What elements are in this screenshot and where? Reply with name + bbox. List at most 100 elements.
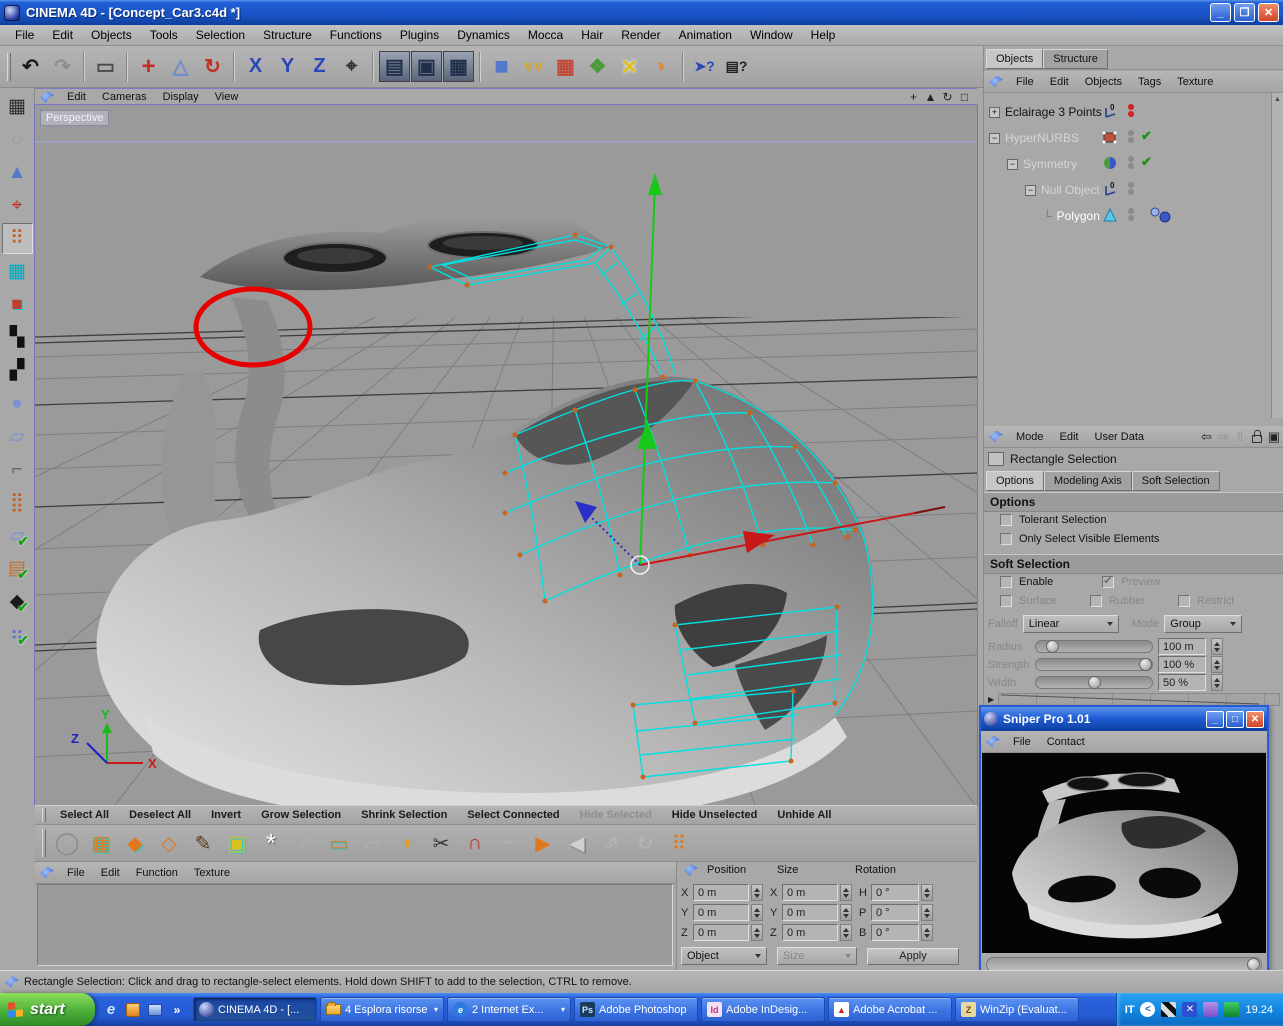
spinner[interactable]: [921, 884, 933, 901]
viewport-menu-view[interactable]: View: [207, 91, 247, 103]
tray-message-icon[interactable]: ✕: [1182, 1002, 1197, 1017]
apply-button[interactable]: Apply: [867, 948, 959, 965]
create-polygon-icon[interactable]: *: [255, 828, 287, 858]
array-tool-icon[interactable]: ⇗: [595, 828, 627, 858]
sniper-minimize-button[interactable]: _: [1206, 711, 1224, 728]
tree-row-polygon[interactable]: └ Polygon: [1043, 205, 1269, 227]
tree-expander[interactable]: −: [1007, 159, 1018, 170]
extrude-icon[interactable]: ◆: [119, 828, 151, 858]
tab-objects[interactable]: Objects: [986, 49, 1043, 69]
mirror-icon[interactable]: ▶: [527, 828, 559, 858]
tree-expander[interactable]: −: [1025, 185, 1036, 196]
panel-pin-icon[interactable]: [989, 76, 1003, 88]
am-menu-edit[interactable]: Edit: [1052, 431, 1087, 443]
points-mode-icon[interactable]: ⠿: [2, 223, 33, 254]
add-spline-icon[interactable]: ∨∨: [518, 51, 549, 82]
select-all-button[interactable]: Select All: [51, 809, 118, 821]
add-primitive-icon[interactable]: ■: [486, 51, 517, 82]
tree-item-label[interactable]: HyperNURBS: [1005, 131, 1079, 145]
rotation-h-field[interactable]: 0 °: [871, 884, 919, 901]
lock-z-axis-icon[interactable]: Z: [304, 51, 335, 82]
restrict-checkbox[interactable]: [1178, 595, 1190, 607]
enable-dots[interactable]: [1128, 181, 1134, 196]
layout-icon[interactable]: ▦: [2, 91, 33, 122]
minimize-button[interactable]: _: [1210, 3, 1231, 22]
toggle-particles-icon[interactable]: ⠶✔: [2, 619, 33, 650]
model-library-icon[interactable]: ◌: [2, 124, 33, 155]
taskbar-task-cinema4d[interactable]: CINEMA 4D - [...: [193, 997, 317, 1022]
position-x-field[interactable]: 0 m: [693, 884, 749, 901]
redo-icon[interactable]: ↷: [47, 51, 78, 82]
spinner[interactable]: [751, 904, 763, 921]
enable-dots[interactable]: [1128, 103, 1134, 118]
tree-item-label[interactable]: Polygon: [1057, 209, 1100, 223]
panel-pin-icon[interactable]: [684, 864, 698, 876]
workplane-icon[interactable]: ▱: [2, 421, 33, 452]
am-menu-mode[interactable]: Mode: [1008, 431, 1052, 443]
enable-dots[interactable]: [1128, 155, 1134, 170]
add-symmetry-icon[interactable]: ×: [614, 51, 645, 82]
rotation-b-field[interactable]: 0 °: [871, 924, 919, 941]
falloff-dropdown[interactable]: Linear: [1023, 615, 1119, 633]
menu-objects[interactable]: Objects: [82, 26, 141, 44]
strength-value[interactable]: 100 %: [1158, 656, 1206, 673]
quicklaunch-media-icon[interactable]: [123, 1000, 143, 1020]
radius-value[interactable]: 100 m: [1158, 638, 1206, 655]
materials-list-empty[interactable]: [37, 884, 673, 966]
mat-menu-function[interactable]: Function: [128, 867, 186, 879]
new-window-icon[interactable]: ▣: [1268, 429, 1280, 445]
tree-item-label[interactable]: Null Object: [1041, 183, 1100, 197]
strength-slider[interactable]: [1035, 658, 1153, 671]
toolbar-grip[interactable]: [42, 829, 46, 857]
iron-icon[interactable]: ◖: [391, 828, 423, 858]
zoom-view-icon[interactable]: ▲: [922, 90, 939, 105]
mirror-axis-icon[interactable]: ◀: [561, 828, 593, 858]
only-visible-row[interactable]: Only Select Visible Elements: [1000, 533, 1159, 545]
texture-mode-icon[interactable]: ▚: [2, 322, 33, 353]
enable-checkbox[interactable]: [1000, 576, 1012, 588]
add-array-icon[interactable]: ❖: [582, 51, 613, 82]
tray-display-icon[interactable]: [1161, 1002, 1176, 1017]
width-value[interactable]: 50 %: [1158, 674, 1206, 691]
size-z-field[interactable]: 0 m: [782, 924, 838, 941]
taskbar-task-internet[interactable]: e 2 Internet Ex... ▾: [447, 997, 571, 1022]
spinner[interactable]: [840, 904, 852, 921]
tab-soft-selection[interactable]: Soft Selection: [1132, 471, 1220, 491]
mode-dropdown[interactable]: Group: [1164, 615, 1242, 633]
spinner[interactable]: [840, 924, 852, 941]
snap-points-icon[interactable]: ⠿: [663, 828, 695, 858]
expand-curve-icon[interactable]: ▶: [988, 695, 994, 704]
history-forward-icon[interactable]: ⇨: [1218, 429, 1229, 445]
language-indicator[interactable]: IT: [1125, 1004, 1135, 1016]
pointer-help-icon[interactable]: ➤?: [689, 51, 720, 82]
sniper-close-button[interactable]: ✕: [1246, 711, 1264, 728]
lock-x-axis-icon[interactable]: X: [240, 51, 271, 82]
viewport-label[interactable]: Perspective: [40, 110, 109, 126]
mat-menu-file[interactable]: File: [59, 867, 93, 879]
bridge-icon[interactable]: ▣: [221, 828, 253, 858]
tolerant-selection-row[interactable]: Tolerant Selection: [1000, 514, 1106, 526]
spinner[interactable]: [751, 884, 763, 901]
preview-checkbox[interactable]: ✔: [1102, 576, 1114, 588]
scroll-up-icon[interactable]: ▲: [1272, 93, 1283, 105]
radius-slider[interactable]: [1035, 640, 1153, 653]
tree-item-label[interactable]: Symmetry: [1023, 157, 1077, 171]
deselect-all-button[interactable]: Deselect All: [120, 809, 200, 821]
lock-y-axis-icon[interactable]: Y: [272, 51, 303, 82]
tree-row-hypernurbs[interactable]: − HyperNURBS ✔: [989, 127, 1269, 149]
rubber-checkbox[interactable]: [1090, 595, 1102, 607]
width-spinner[interactable]: [1211, 674, 1223, 691]
rotate-tool-icon[interactable]: ↻: [197, 51, 228, 82]
panel-pin-icon[interactable]: [40, 91, 54, 103]
spin-edge-icon[interactable]: ↻: [629, 828, 661, 858]
toggle-shade-icon[interactable]: ◆✔: [2, 586, 33, 617]
tray-volume-icon[interactable]: [1203, 1002, 1218, 1017]
tab-options[interactable]: Options: [986, 471, 1044, 491]
render-settings-icon[interactable]: ▦: [443, 51, 474, 82]
phong-tag-icon[interactable]: [1148, 207, 1178, 226]
taskbar-task-esplora[interactable]: 4 Esplora risorse ▾: [320, 997, 444, 1022]
task-group-chevron-icon[interactable]: ▾: [434, 1005, 438, 1014]
position-z-field[interactable]: 0 m: [693, 924, 749, 941]
object-mode-dropdown[interactable]: Object: [681, 947, 767, 965]
frame-selection-icon[interactable]: ▭: [90, 51, 121, 82]
